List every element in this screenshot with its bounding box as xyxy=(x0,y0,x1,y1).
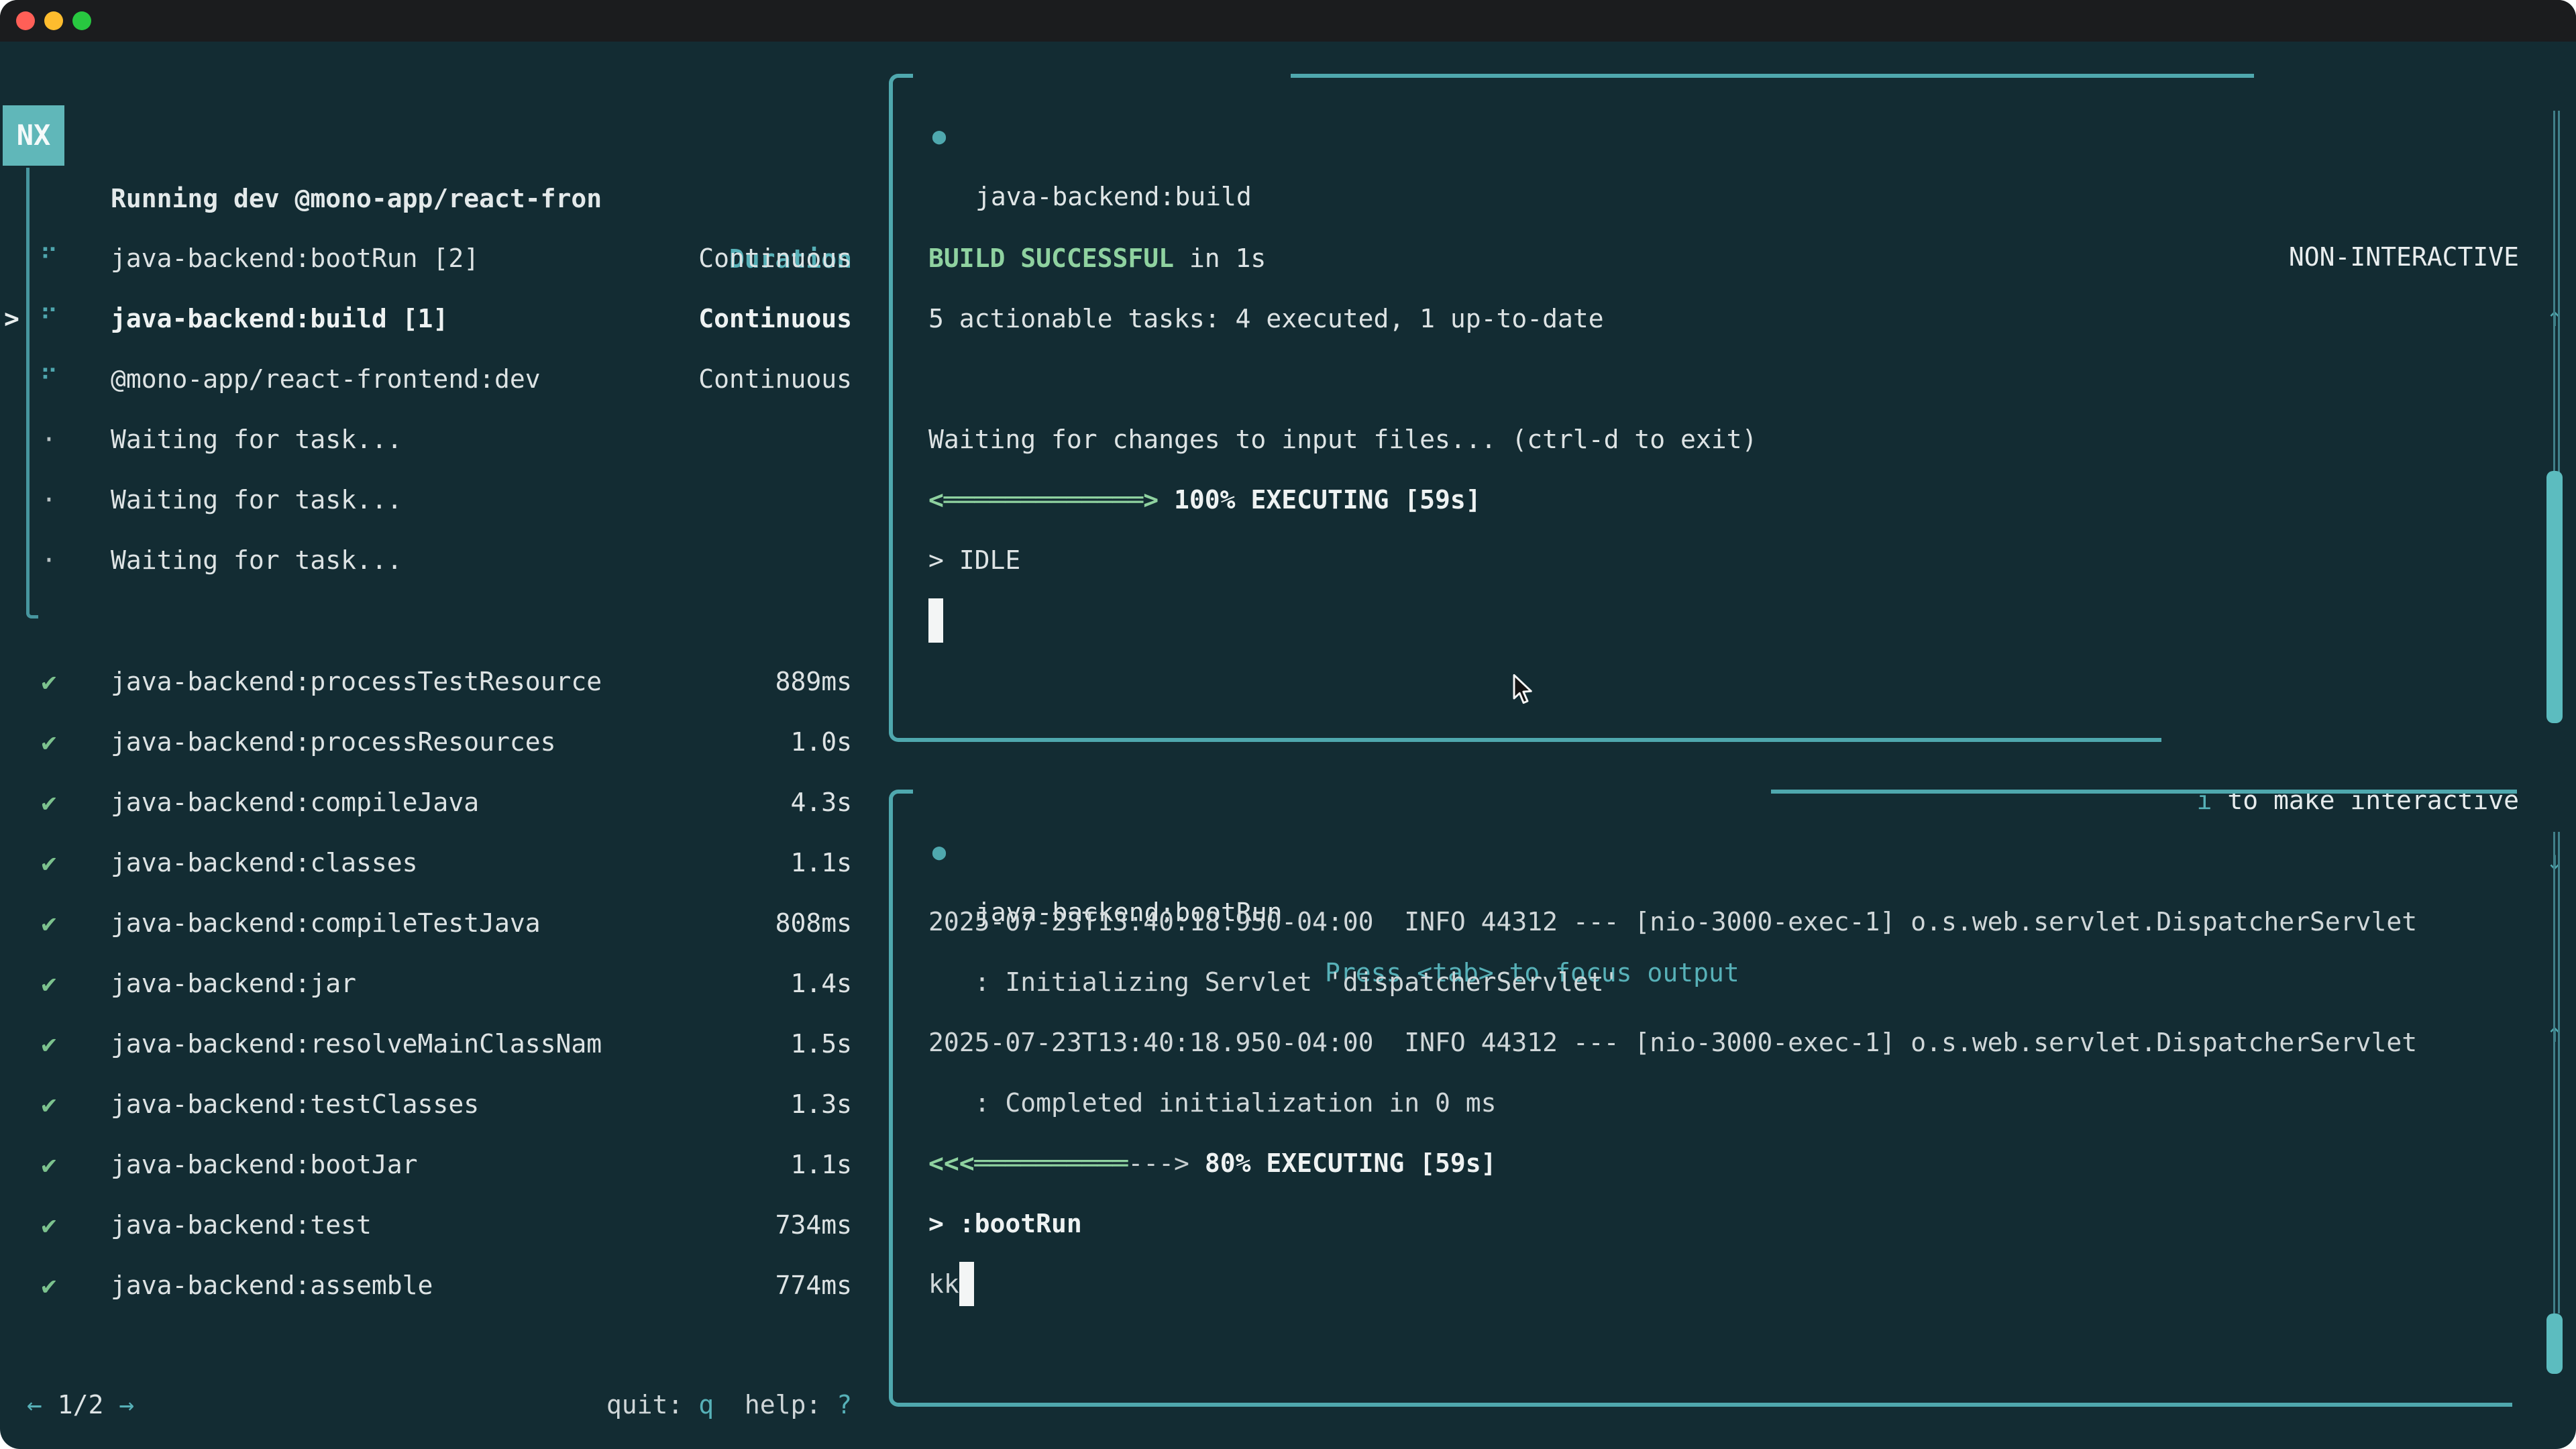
task-name: java-backend:resolveMainClassNam xyxy=(111,1014,602,1074)
task-name: java-backend:processTestResource xyxy=(111,651,602,712)
task-row[interactable]: ✔ java-backend:jar 1.4s xyxy=(0,953,865,1014)
task-name: @mono-app/react-frontend:dev xyxy=(111,349,541,409)
blank-line xyxy=(928,349,2491,409)
build-status-line: BUILD SUCCESSFUL in 1s xyxy=(928,228,2491,288)
task-name: Waiting for task... xyxy=(111,530,402,590)
task-name: java-backend:build [1] xyxy=(111,288,448,349)
gradle-progress-line: <═════════════> 100% EXECUTING [59s] xyxy=(928,470,2491,530)
task-duration: 1.5s xyxy=(790,1014,852,1074)
build-panel-scroll-thumb[interactable] xyxy=(2546,471,2563,723)
input-line[interactable]: kk xyxy=(928,1254,2491,1314)
bootrun-panel-output[interactable]: 2025-07-23T13:40:18.950-04:00 INFO 44312… xyxy=(928,892,2491,1314)
task-duration: Continuous xyxy=(698,228,852,288)
task-name: java-backend:classes xyxy=(111,833,418,893)
sidebar-title: Running dev @mono-app/react-fron xyxy=(111,168,602,229)
task-duration: 889ms xyxy=(775,651,852,712)
task-duration: 1.4s xyxy=(790,953,852,1014)
task-name: java-backend:bootJar xyxy=(111,1134,418,1195)
build-panel-output: BUILD SUCCESSFUL in 1s 5 actionable task… xyxy=(928,228,2491,651)
task-name: java-backend:assemble xyxy=(111,1255,433,1316)
log-line: 2025-07-23T13:40:18.950-04:00 INFO 44312… xyxy=(928,1012,2491,1073)
log-line: 2025-07-23T13:40:18.950-04:00 INFO 44312… xyxy=(928,892,2491,952)
task-name: java-backend:compileTestJava xyxy=(111,893,541,953)
task-row-selected[interactable]: > ⠋ java-backend:build [1] Continuous xyxy=(0,288,865,349)
waiting-line: Waiting for changes to input files... (c… xyxy=(928,409,2491,470)
task-duration: 1.1s xyxy=(790,833,852,893)
task-row[interactable]: ✔ java-backend:assemble 774ms xyxy=(0,1255,865,1316)
tasks-summary-line: 5 actionable tasks: 4 executed, 1 up-to-… xyxy=(928,288,2491,349)
task-duration: 734ms xyxy=(775,1195,852,1255)
task-row[interactable]: ✔ java-backend:classes 1.1s xyxy=(0,833,865,893)
task-duration: 774ms xyxy=(775,1255,852,1316)
build-panel-scroll-track xyxy=(2553,111,2560,473)
task-name: Waiting for task... xyxy=(111,470,402,530)
task-bullet-icon: ● xyxy=(924,822,954,882)
progress-bar-rest: ---> xyxy=(1128,1148,1189,1178)
build-panel-header: ● java-backend:build NON-INTERACTIVE ↑ xyxy=(0,46,2576,106)
task-duration: 808ms xyxy=(775,893,852,953)
typed-input: kk xyxy=(928,1269,959,1299)
task-row: · Waiting for task... xyxy=(0,409,865,470)
waiting-dot-icon: · xyxy=(34,530,64,590)
check-icon: ✔ xyxy=(34,1255,64,1316)
titlebar xyxy=(0,0,2576,42)
task-row[interactable]: ✔ java-backend:bootJar 1.1s xyxy=(0,1134,865,1195)
bootrun-panel-scroll-track xyxy=(2553,832,2560,1313)
bootrun-panel-footer: ↓ xyxy=(0,1375,2576,1435)
bootrun-panel-border xyxy=(889,790,913,1407)
build-panel-title: java-backend:build xyxy=(975,166,1252,227)
close-button-icon[interactable] xyxy=(16,11,35,30)
log-line: : Completed initialization in 0 ms xyxy=(928,1073,2491,1133)
idle-line: > IDLE xyxy=(928,530,2491,590)
progress-label: 80% EXECUTING [59s] xyxy=(1189,1148,1497,1178)
task-row[interactable]: ⠋ java-backend:bootRun [2] Continuous xyxy=(0,228,865,288)
log-line: : Initializing Servlet 'dispatcherServle… xyxy=(928,952,2491,1012)
task-name: java-backend:bootRun [2] xyxy=(111,228,479,288)
progress-bar: <═════════════> xyxy=(928,485,1159,515)
running-task-list: ⠋ java-backend:bootRun [2] Continuous > … xyxy=(0,228,865,590)
prompt-line: > :bootRun xyxy=(928,1193,2491,1254)
spinner-icon: ⠋ xyxy=(34,349,64,409)
task-row[interactable]: ✔ java-backend:resolveMainClassNam 1.5s xyxy=(0,1014,865,1074)
terminal-block-cursor xyxy=(928,598,943,643)
task-duration: 1.3s xyxy=(790,1074,852,1134)
mouse-pointer-icon xyxy=(1511,674,1534,706)
bootrun-panel-header: ● java-backend:bootRun Press <tab> to fo… xyxy=(0,761,2576,822)
cursor-line xyxy=(928,590,2491,651)
build-time-text: in 1s xyxy=(1174,244,1266,273)
task-bullet-icon: ● xyxy=(924,106,954,166)
task-duration: Continuous xyxy=(698,288,852,349)
terminal-window: NX Running dev @mono-app/react-fron Dura… xyxy=(0,0,2576,1449)
waiting-dot-icon: · xyxy=(34,409,64,470)
progress-bar-filled: <<<══════════ xyxy=(928,1148,1128,1178)
waiting-dot-icon: · xyxy=(34,470,64,530)
task-name: Waiting for task... xyxy=(111,409,402,470)
zoom-button-icon[interactable] xyxy=(72,11,91,30)
task-row[interactable]: ⠋ @mono-app/react-frontend:dev Continuou… xyxy=(0,349,865,409)
task-row: · Waiting for task... xyxy=(0,470,865,530)
task-name: java-backend:testClasses xyxy=(111,1074,479,1134)
scroll-down-arrow-icon[interactable]: ↓ xyxy=(2540,1435,2569,1449)
check-icon: ✔ xyxy=(34,651,64,712)
check-icon: ✔ xyxy=(34,1134,64,1195)
progress-label: 100% EXECUTING [59s] xyxy=(1159,485,1481,515)
task-row[interactable]: ✔ java-backend:testClasses 1.3s xyxy=(0,1074,865,1134)
task-duration: Continuous xyxy=(698,349,852,409)
sidebar-header: Running dev @mono-app/react-fron Duratio… xyxy=(0,108,865,168)
bootrun-panel-scroll-thumb[interactable] xyxy=(2546,1313,2563,1374)
check-icon: ✔ xyxy=(34,1195,64,1255)
task-row[interactable]: ✔ java-backend:processTestResource 889ms xyxy=(0,651,865,712)
build-successful-text: BUILD SUCCESSFUL xyxy=(928,244,1174,273)
terminal-block-cursor xyxy=(959,1262,974,1306)
build-panel-border xyxy=(889,74,913,742)
task-row[interactable]: ✔ java-backend:test 734ms xyxy=(0,1195,865,1255)
task-name: java-backend:jar xyxy=(111,953,356,1014)
task-duration: 1.1s xyxy=(790,1134,852,1195)
task-row: · Waiting for task... xyxy=(0,530,865,590)
task-name: java-backend:test xyxy=(111,1195,372,1255)
gradle-progress-line: <<<══════════---> 80% EXECUTING [59s] xyxy=(928,1133,2491,1193)
minimize-button-icon[interactable] xyxy=(44,11,63,30)
task-row[interactable]: ✔ java-backend:compileTestJava 808ms xyxy=(0,893,865,953)
check-icon: ✔ xyxy=(34,1074,64,1134)
